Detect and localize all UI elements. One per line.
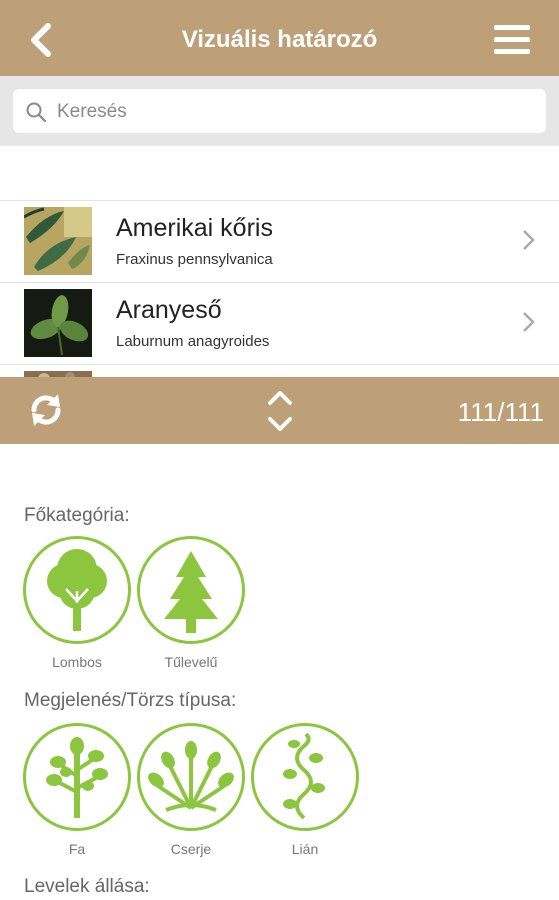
plant-latin-name: Laburnum anagyroides (116, 333, 270, 350)
appearance-lian[interactable]: Lián (251, 723, 359, 857)
vine-icon (283, 732, 325, 820)
appearance-label: Megjelenés/Törzs típusa: (24, 690, 237, 711)
leaf-position-label: Levelek állása: (24, 876, 150, 897)
appearance-fa[interactable]: Fa (23, 723, 131, 857)
tree-icon (46, 737, 108, 818)
search-input[interactable] (55, 95, 529, 129)
sort-updown-icon[interactable] (266, 387, 294, 435)
search-bar (0, 76, 559, 146)
chevron-right-icon (523, 230, 535, 250)
top-bar: Vizuális határozó (0, 0, 559, 76)
plant-name: Aranyeső (116, 296, 222, 324)
main-category-label: Főkategória: (24, 505, 130, 526)
shrub-icon (148, 741, 234, 812)
category-caption: Cserje (170, 841, 212, 857)
category-tulevelu[interactable]: Tűlevelű (137, 536, 245, 670)
chevron-right-icon (523, 312, 535, 332)
ash-leaves-photo (24, 207, 92, 275)
list-item[interactable] (0, 364, 559, 377)
plant-name: Amerikai kőris (116, 214, 273, 242)
refresh-icon[interactable] (28, 392, 64, 428)
category-caption: Tűlevelű (164, 654, 218, 670)
deciduous-tree-icon (47, 549, 107, 631)
category-caption: Lián (291, 841, 319, 857)
search-icon (26, 102, 47, 123)
list-item[interactable]: Aranyeső Laburnum anagyroides (0, 282, 559, 364)
page-title: Vizuális határozó (181, 26, 378, 53)
search-box (13, 89, 546, 133)
conifer-tree-icon (164, 551, 218, 633)
plant-latin-name: Fraxinus pennsylvanica (116, 251, 273, 268)
plant-list: Amerikai kőris Fraxinus pennsylvanica Ar… (0, 200, 559, 377)
laburnum-leaves-photo (24, 289, 92, 357)
hamburger-menu-icon[interactable] (494, 25, 530, 57)
list-item[interactable]: Amerikai kőris Fraxinus pennsylvanica (0, 200, 559, 282)
category-caption: Lombos (52, 654, 102, 670)
result-toolbar: 111/111 (0, 377, 559, 444)
appearance-cserje[interactable]: Cserje (137, 723, 245, 857)
category-caption: Fa (68, 841, 86, 857)
category-lombos[interactable]: Lombos (23, 536, 131, 670)
result-count: 111/111 (457, 397, 544, 427)
